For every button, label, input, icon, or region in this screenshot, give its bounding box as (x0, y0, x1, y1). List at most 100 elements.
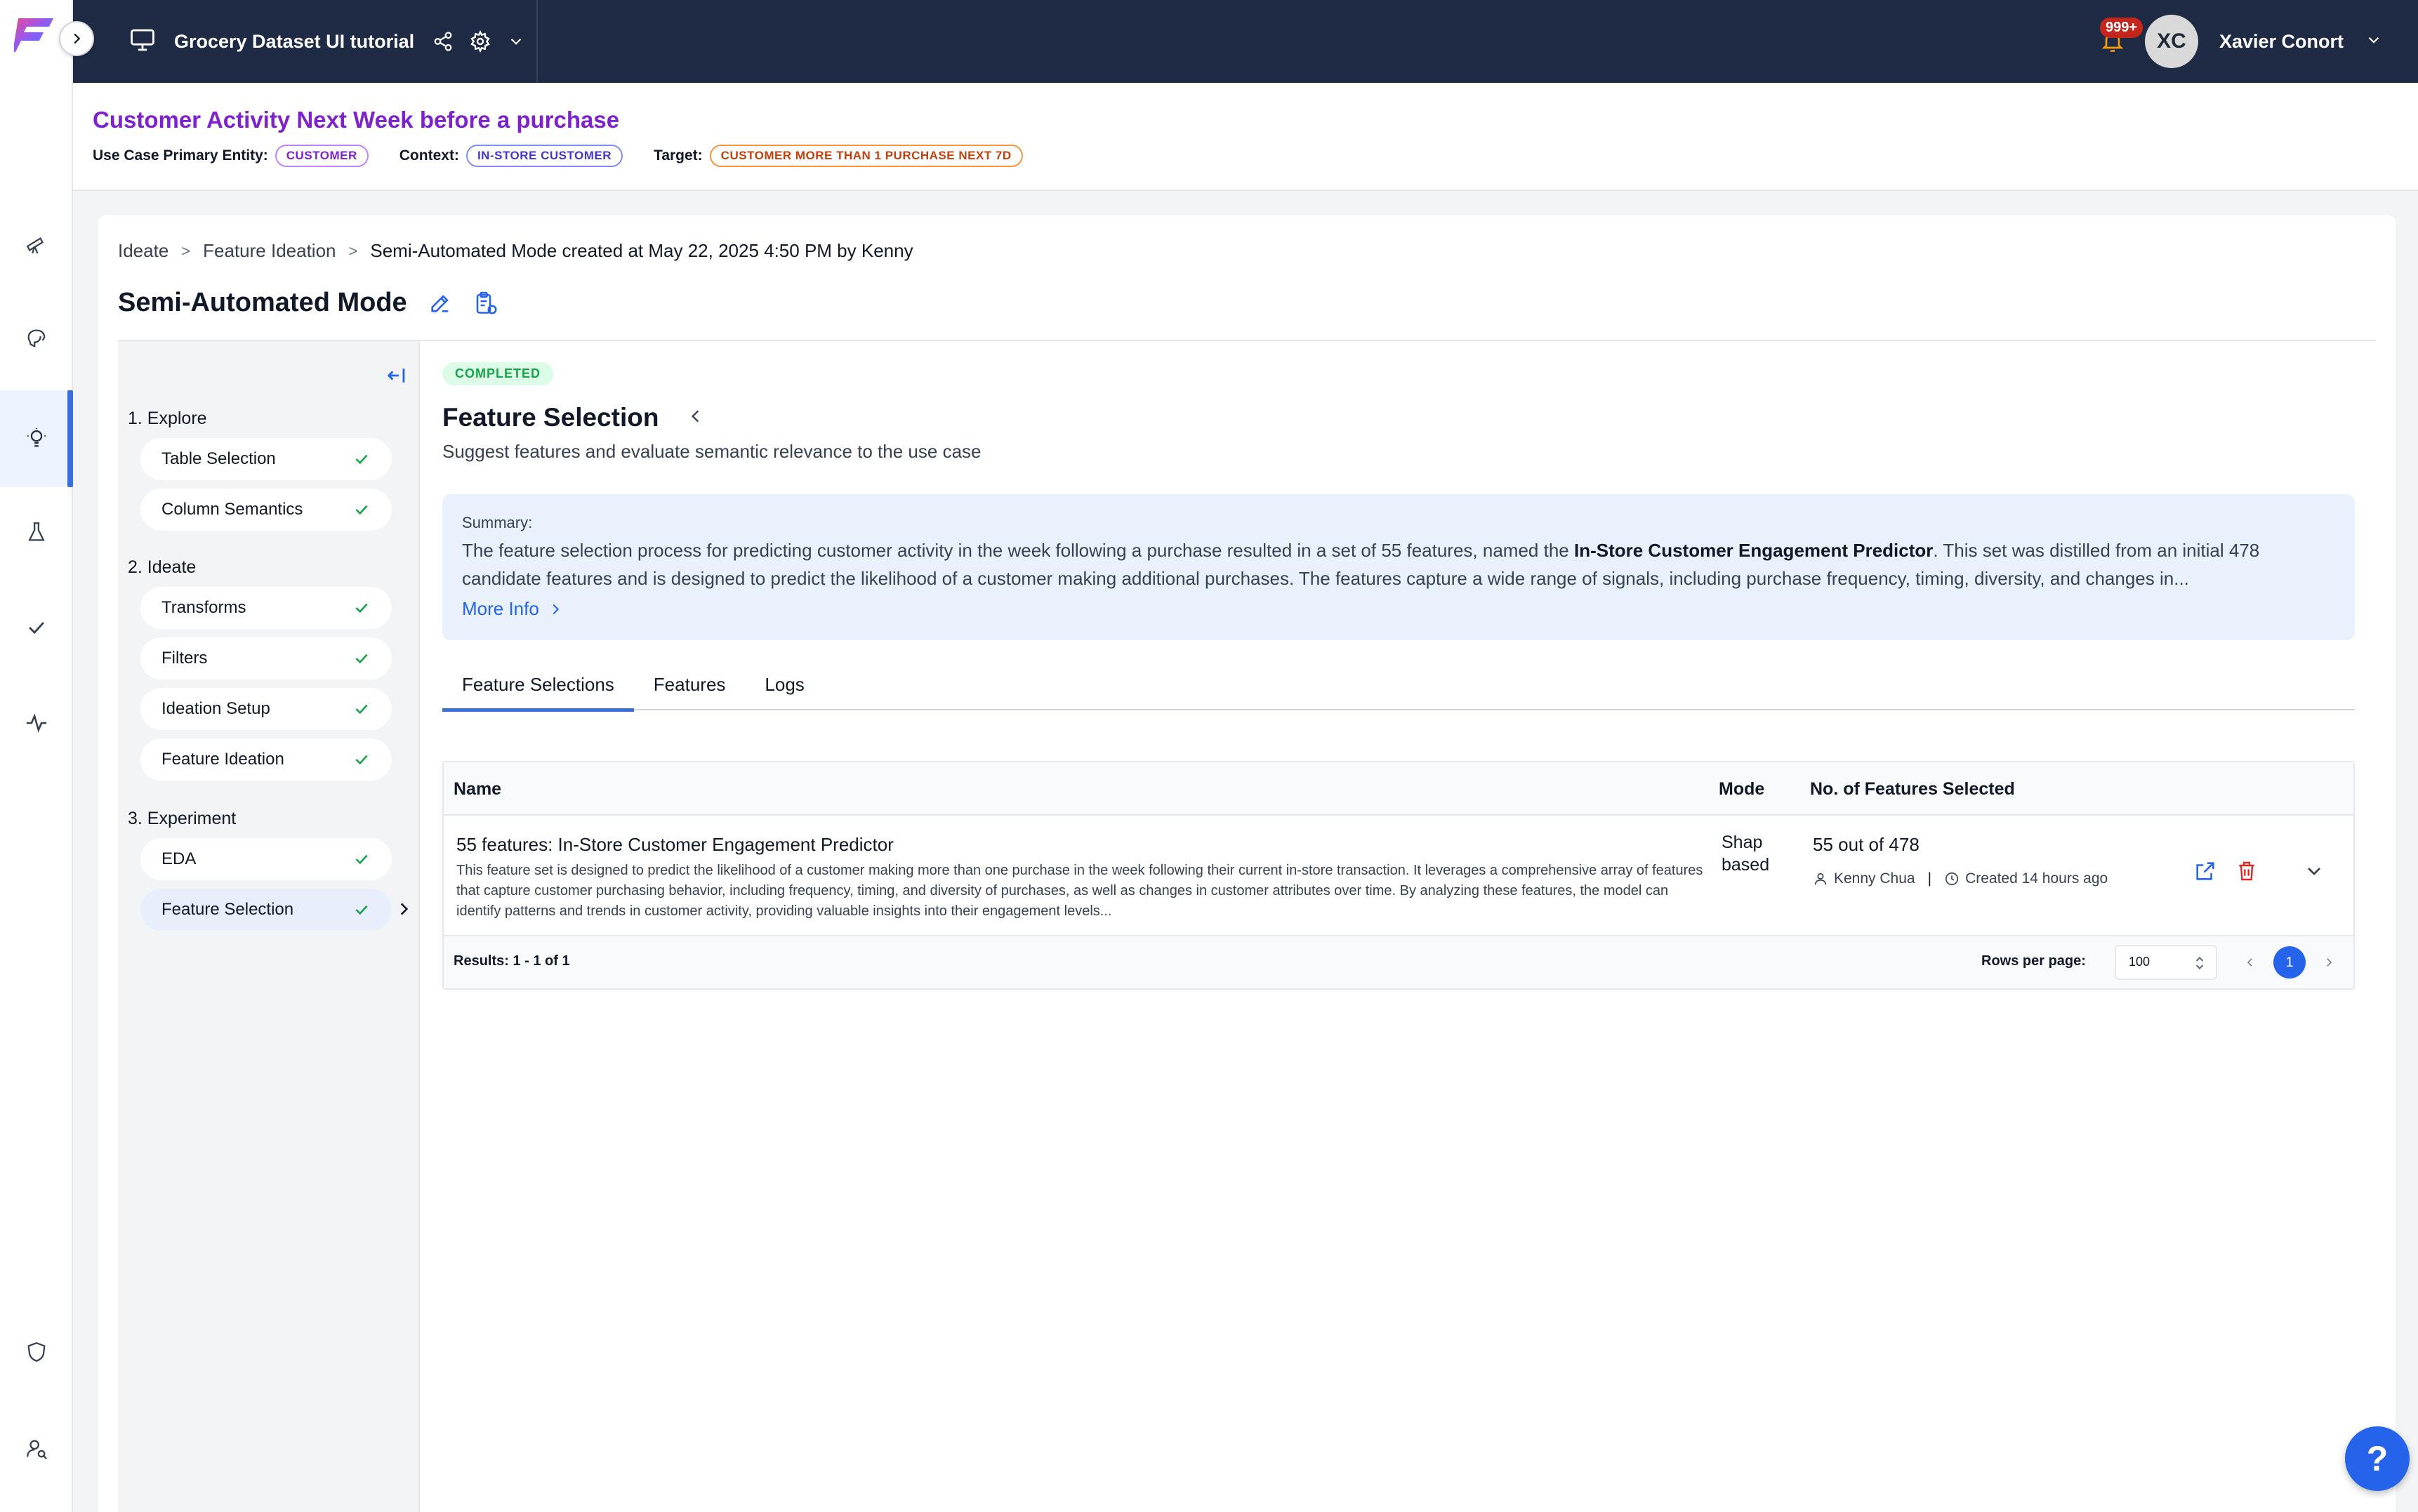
check-icon[interactable] (18, 609, 55, 646)
step-eda[interactable]: EDA (140, 838, 392, 880)
check-icon (355, 905, 368, 915)
section-title: Feature Selection (442, 403, 659, 432)
flask-icon[interactable] (18, 514, 55, 550)
tabs: Feature Selections Features Logs (442, 674, 2355, 712)
table-footer: Results: 1 - 1 of 1 Rows per page: 100 1 (444, 936, 2353, 988)
tab-logs[interactable]: Logs (745, 674, 824, 710)
clipboard-settings-icon[interactable] (473, 291, 498, 316)
rows-per-page-select[interactable]: 100 (2115, 945, 2217, 980)
active-nav-indicator (67, 390, 73, 487)
summary-text: The feature selection process for predic… (462, 536, 2335, 592)
lightbulb-icon[interactable] (18, 420, 55, 456)
app-logo[interactable] (13, 15, 56, 55)
gear-icon[interactable] (469, 30, 491, 53)
check-icon (355, 505, 368, 515)
step-feature-ideation[interactable]: Feature Ideation (140, 738, 392, 781)
use-case-title[interactable]: Customer Activity Next Week before a pur… (93, 107, 619, 133)
table-row[interactable]: 55 features: In-Store Customer Engagemen… (444, 816, 2353, 936)
tab-feature-selections[interactable]: Feature Selections (442, 674, 634, 712)
row-actions (2193, 859, 2325, 887)
created-time: Created 14 hours ago (1965, 870, 2108, 887)
column-header-name[interactable]: Name (454, 779, 501, 800)
more-info-link[interactable]: More Info (462, 598, 2335, 620)
collapse-sidebar-icon[interactable] (385, 364, 409, 391)
telescope-icon[interactable] (18, 226, 55, 263)
chevron-right-icon (395, 900, 413, 922)
activity-icon[interactable] (18, 705, 55, 741)
breadcrumb-current: Semi-Automated Mode created at May 22, 2… (370, 240, 913, 261)
feature-selection-content: COMPLETED Feature Selection Suggest feat… (442, 341, 2376, 1512)
avatar[interactable]: XC (2144, 15, 2198, 68)
check-icon (355, 755, 368, 765)
breadcrumb-feature-ideation[interactable]: Feature Ideation (203, 240, 336, 262)
next-page-button[interactable] (2313, 946, 2345, 979)
step-label: Table Selection (161, 449, 276, 468)
step-table-selection[interactable]: Table Selection (140, 438, 392, 480)
top-bar: Grocery Dataset UI tutorial 999+ XC Xavi… (73, 0, 2418, 83)
feature-set-description: This feature set is designed to predict … (456, 863, 1703, 919)
step-label: Feature Selection (161, 900, 294, 919)
edit-icon[interactable] (428, 291, 452, 315)
context-tag[interactable]: IN-STORE CUSTOMER (465, 145, 623, 167)
pagination: 1 (2234, 946, 2345, 979)
feature-set-name[interactable]: 55 features: In-Store Customer Engagemen… (456, 834, 894, 856)
open-external-icon[interactable] (2193, 859, 2217, 887)
user-search-icon[interactable] (18, 1431, 55, 1467)
project-switcher[interactable]: Grocery Dataset UI tutorial (73, 0, 538, 83)
primary-entity-tag[interactable]: CUSTOMER (275, 145, 369, 167)
step-label: Feature Ideation (161, 750, 284, 769)
monitor-icon (129, 28, 156, 55)
context-label: Context: (399, 147, 459, 164)
mode-line: Shap (1722, 833, 1763, 852)
section-experiment: 3. Experiment (128, 809, 237, 828)
check-icon (355, 704, 368, 715)
use-case-header: Customer Activity Next Week before a pur… (73, 83, 2418, 191)
page-button-current[interactable]: 1 (2273, 946, 2306, 979)
trash-icon[interactable] (2235, 860, 2258, 886)
left-nav-rail (0, 0, 94, 1512)
target-tag[interactable]: CUSTOMER MORE THAN 1 PURCHASE NEXT 7D (709, 145, 1023, 167)
section-ideate: 2. Ideate (128, 557, 197, 577)
step-transforms[interactable]: Transforms (140, 587, 392, 629)
user-name[interactable]: Xavier Conort (2219, 31, 2344, 53)
shield-icon[interactable] (18, 1334, 55, 1370)
primary-entity-label: Use Case Primary Entity: (93, 147, 268, 164)
chevron-down-icon[interactable] (507, 32, 525, 51)
rows-per-page-label: Rows per page: (1981, 953, 2086, 969)
help-button[interactable]: ? (2345, 1426, 2410, 1491)
summary-text-part: The feature selection process for predic… (462, 540, 1574, 561)
step-filters[interactable]: Filters (140, 637, 392, 679)
brain-icon[interactable] (18, 320, 55, 357)
expand-nav-button[interactable] (59, 21, 94, 56)
info-separator: | (1927, 870, 1932, 887)
status-badge: COMPLETED (442, 362, 554, 385)
table-header: Name Mode No. of Features Selected (444, 762, 2353, 816)
step-ideation-setup[interactable]: Ideation Setup (140, 688, 392, 730)
summary-panel: Summary: The feature selection process f… (442, 494, 2355, 640)
step-label: Transforms (161, 598, 246, 617)
section-explore: 1. Explore (128, 409, 207, 428)
notification-badge: 999+ (2099, 18, 2143, 38)
step-column-semantics[interactable]: Column Semantics (140, 489, 392, 531)
more-info-label: More Info (462, 598, 539, 619)
chevron-left-icon[interactable] (687, 407, 705, 429)
tab-features[interactable]: Features (634, 674, 746, 710)
feature-selection-title-row: Feature Selection (442, 403, 705, 432)
prev-page-button[interactable] (2234, 946, 2266, 979)
rows-per-page-value: 100 (2129, 955, 2151, 969)
breadcrumb-ideate[interactable]: Ideate (118, 240, 169, 262)
chevron-right-icon (553, 604, 559, 614)
user-menu-chevron-icon[interactable] (2365, 31, 2383, 53)
share-icon[interactable] (432, 31, 454, 52)
steps-sidebar: 1. Explore Table Selection Column Semant… (118, 341, 420, 1512)
check-icon (355, 854, 368, 865)
notifications-button[interactable]: 999+ (2092, 18, 2143, 62)
column-header-mode[interactable]: Mode (1719, 779, 1764, 800)
feature-set-info: Kenny Chua | Created 14 hours ago (1813, 870, 2108, 887)
expand-row-chevron-icon[interactable] (2303, 860, 2325, 886)
feature-selections-table: Name Mode No. of Features Selected 55 fe… (442, 761, 2355, 990)
step-feature-selection[interactable]: Feature Selection (140, 889, 392, 931)
results-count: Results: 1 - 1 of 1 (454, 953, 570, 969)
step-label: Ideation Setup (161, 699, 270, 718)
column-header-count[interactable]: No. of Features Selected (1810, 779, 2015, 800)
